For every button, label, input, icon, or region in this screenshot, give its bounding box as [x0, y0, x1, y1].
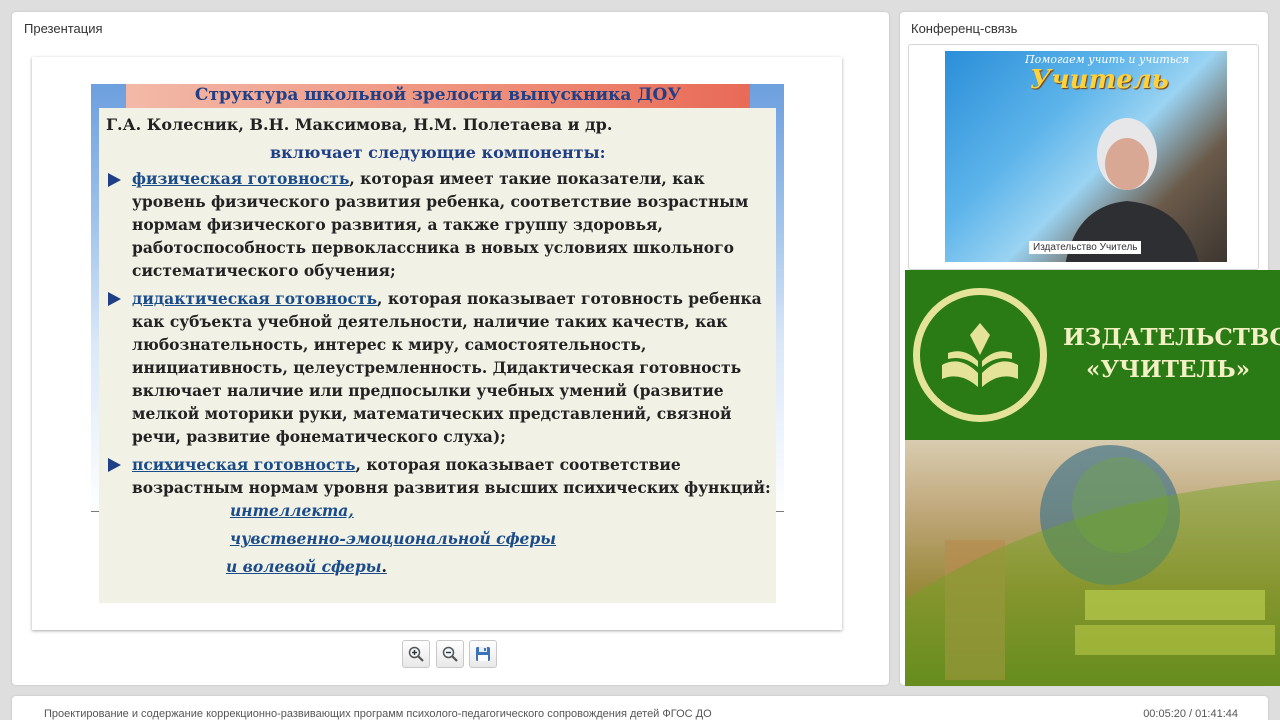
presentation-panel-title: Презентация	[24, 21, 103, 36]
slide: Структура школьной зрелости выпускника Д…	[32, 57, 842, 630]
book-emblem-icon	[942, 323, 1018, 387]
slide-subitem: чувственно-эмоциональной сферы	[230, 529, 557, 548]
footer-bar: Проектирование и содержание коррекционно…	[12, 696, 1268, 720]
slide-item-term: физическая готовность	[132, 169, 350, 188]
bullet-arrow-icon	[108, 458, 121, 472]
slide-item-physical: физическая готовность, которая имеет так…	[132, 167, 772, 282]
slide-item-text: , которая показывает готовность ребенка …	[132, 289, 762, 446]
zoom-out-button[interactable]	[436, 640, 464, 668]
publisher-logo-icon	[913, 288, 1047, 422]
video-participant-label: Издательство Учитель	[1029, 241, 1142, 254]
slide-item-didactic: дидактическая готовность, которая показы…	[132, 287, 772, 448]
bullet-arrow-icon	[108, 173, 121, 187]
slide-includes: включает следующие компоненты:	[270, 143, 606, 162]
zoom-in-button[interactable]	[402, 640, 430, 668]
zoom-out-icon	[442, 646, 458, 662]
slide-subitem: интеллекта,	[230, 501, 354, 520]
banner-title-line1: ИЗДАТЕЛЬСТВО	[1063, 324, 1280, 351]
publisher-banner[interactable]: ИЗДАТЕЛЬСТВО «УЧИТЕЛЬ»	[905, 270, 1280, 686]
save-slide-button[interactable]	[469, 640, 497, 668]
slide-item-term: психическая готовность	[132, 455, 356, 474]
slide-heading: Структура школьной зрелости выпускника Д…	[194, 85, 682, 105]
video-feed[interactable]: Помогаем учить и учиться Учитель Издател…	[945, 51, 1227, 262]
banner-title: ИЗДАТЕЛЬСТВО «УЧИТЕЛЬ»	[1063, 322, 1280, 386]
bullet-arrow-icon	[108, 292, 121, 306]
poster-title: Учитель	[1030, 65, 1169, 95]
banner-title-line2: «УЧИТЕЛЬ»	[1085, 356, 1251, 383]
zoom-in-icon	[408, 646, 424, 662]
video-container: Помогаем учить и учиться Учитель Издател…	[908, 44, 1259, 270]
course-title: Проектирование и содержание коррекционно…	[44, 708, 712, 720]
slide-item-term: дидактическая готовность	[132, 289, 378, 308]
slide-authors: Г.А. Колесник, В.Н. Максимова, Н.М. Поле…	[106, 115, 613, 134]
speaker-silhouette	[1065, 118, 1199, 262]
slide-subitem-end: .	[381, 557, 387, 576]
slide-subitem-last: и волевой сферы.	[226, 557, 387, 576]
banner-decor	[905, 445, 1280, 686]
floppy-disk-icon	[476, 647, 490, 661]
presentation-panel: Презентация Структура школьной зрелости …	[12, 12, 889, 685]
conference-panel-title: Конференц-связь	[911, 21, 1018, 36]
playback-time: 00:05:20 / 01:41:44	[1143, 708, 1238, 720]
slide-item-psychic: психическая готовность, которая показыва…	[132, 453, 772, 499]
slide-subitem-text: и волевой сферы	[226, 557, 382, 576]
